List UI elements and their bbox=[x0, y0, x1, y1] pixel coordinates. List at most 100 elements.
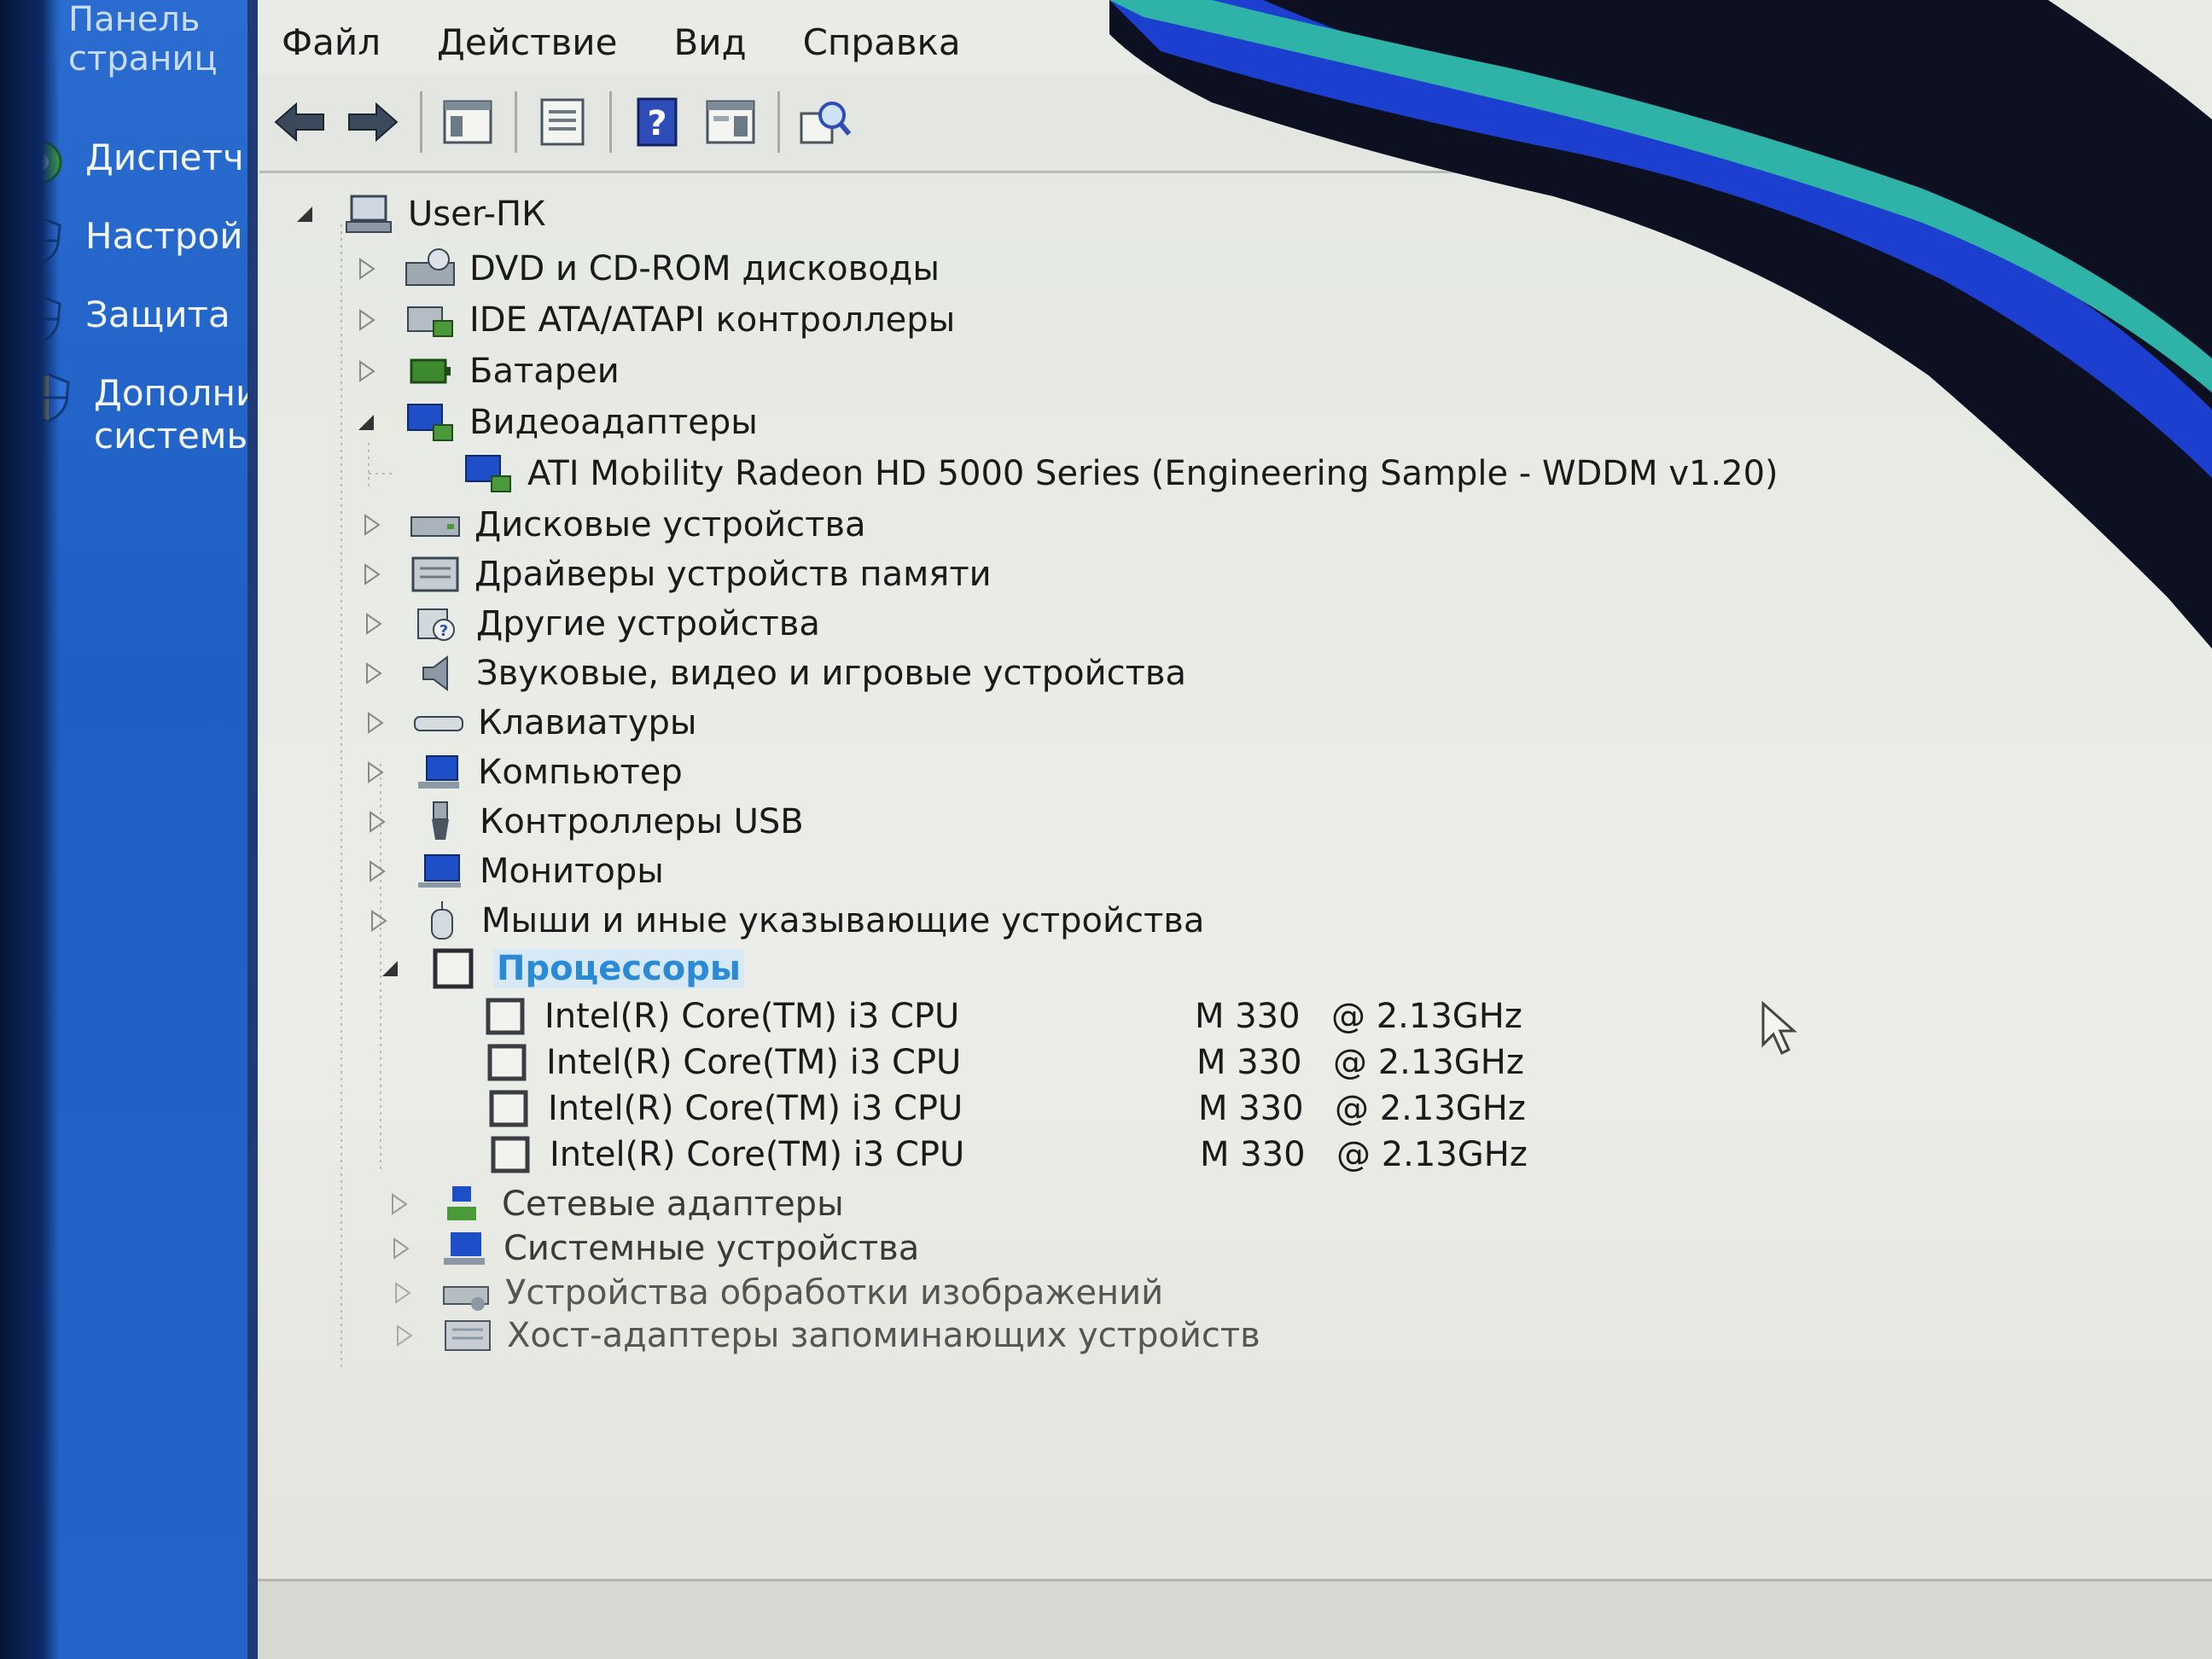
svg-text:?: ? bbox=[439, 622, 448, 640]
tree-device-gpu[interactable]: ATI Mobility Radeon HD 5000 Series (Engi… bbox=[461, 450, 1778, 498]
expand-arrow-icon[interactable] bbox=[355, 256, 377, 282]
toolbar-separator bbox=[777, 91, 780, 153]
menu-help[interactable]: Справка bbox=[803, 13, 961, 63]
tree-category-mice[interactable]: Мыши и иные указывающие устройства bbox=[367, 897, 1204, 945]
toolbar-separator bbox=[515, 91, 517, 153]
task-pane-breadcrumb[interactable]: Панель страниц bbox=[68, 0, 218, 79]
help-icon: ? bbox=[637, 97, 678, 147]
tree-category-keyboards[interactable]: Клавиатуры bbox=[364, 699, 697, 747]
tree-category-monitors[interactable]: Мониторы bbox=[365, 847, 664, 895]
category-label: Хост-адаптеры запоминающих устройств bbox=[507, 1316, 1260, 1355]
disk-drive-icon bbox=[410, 516, 460, 537]
category-label: Клавиатуры bbox=[478, 703, 697, 742]
cpu-frequency: @ 2.13GHz bbox=[1335, 1089, 1526, 1128]
toolbar-separator bbox=[609, 91, 612, 153]
expand-arrow-icon[interactable] bbox=[360, 562, 382, 587]
ide-controller-icon bbox=[407, 306, 453, 337]
computer-icon bbox=[346, 195, 392, 233]
tree-category-computer[interactable]: Компьютер bbox=[364, 748, 683, 796]
show-hide-tree-button[interactable] bbox=[438, 91, 498, 153]
tree-root[interactable]: User-ПК bbox=[294, 190, 546, 238]
task-label: Защита bbox=[85, 294, 230, 335]
expand-arrow-icon[interactable] bbox=[365, 859, 387, 884]
keyboard-icon bbox=[414, 716, 463, 731]
tree-category-display-adapters[interactable]: Видеоадаптеры bbox=[355, 399, 758, 446]
menu-action[interactable]: Действие bbox=[437, 13, 617, 63]
tree-category-ide[interactable]: IDE ATA/ATAPI контроллеры bbox=[355, 296, 955, 344]
tree-category-disk-drives[interactable]: Дисковые устройства bbox=[360, 501, 866, 549]
screen-bezel bbox=[0, 0, 60, 1659]
tree-device-cpu[interactable]: Intel(R) Core(TM) i3 CPU M 330 @ 2.13GHz bbox=[481, 1085, 1526, 1132]
cpu-model: M 330 bbox=[1198, 1089, 1304, 1128]
expand-arrow-icon[interactable] bbox=[364, 760, 386, 785]
storage-controller-icon bbox=[445, 1320, 491, 1351]
pane-divider[interactable] bbox=[247, 0, 258, 1659]
category-label: Другие устройства bbox=[476, 604, 820, 643]
display-adapter-icon bbox=[465, 455, 511, 492]
tree-category-system-devices[interactable]: Системные устройства bbox=[389, 1225, 919, 1272]
show-hide-tree-icon bbox=[443, 100, 492, 144]
tree-category-dvd[interactable]: DVD и CD-ROM дисководы bbox=[355, 245, 940, 293]
collapse-arrow-icon[interactable] bbox=[294, 201, 316, 227]
forward-button[interactable] bbox=[343, 91, 403, 153]
display-adapter-icon bbox=[407, 404, 453, 441]
processor-icon bbox=[489, 1090, 528, 1127]
tree-category-storage-controllers[interactable]: Хост-адаптеры запоминающих устройств bbox=[393, 1312, 1260, 1359]
expand-arrow-icon[interactable] bbox=[355, 307, 377, 333]
task-label: Настрой bbox=[85, 215, 243, 257]
category-label: Контроллеры USB bbox=[480, 802, 804, 841]
tree-category-network-adapters[interactable]: Сетевые адаптеры bbox=[387, 1180, 844, 1228]
tree-category-usb[interactable]: Контроллеры USB bbox=[365, 798, 804, 846]
category-label: Мониторы bbox=[480, 852, 664, 891]
toolbar: ? bbox=[258, 75, 2212, 169]
expand-arrow-icon[interactable] bbox=[387, 1191, 410, 1217]
properties-icon bbox=[540, 98, 585, 146]
task-label: Диспетч bbox=[85, 137, 244, 178]
expand-arrow-icon[interactable] bbox=[362, 661, 384, 686]
expand-arrow-icon[interactable] bbox=[367, 908, 389, 934]
speaker-icon bbox=[422, 655, 448, 691]
tree-category-processors[interactable]: Процессоры bbox=[379, 945, 745, 992]
mouse-icon bbox=[431, 901, 453, 940]
tree-category-batteries[interactable]: Батареи bbox=[355, 347, 620, 395]
console-tree-icon bbox=[706, 100, 755, 144]
menu-view[interactable]: Вид bbox=[673, 13, 746, 63]
forward-arrow-icon bbox=[348, 102, 399, 143]
help-button[interactable]: ? bbox=[627, 91, 687, 153]
expand-arrow-icon[interactable] bbox=[364, 710, 386, 736]
dvd-drive-icon bbox=[405, 248, 455, 286]
tree-device-cpu[interactable]: Intel(R) Core(TM) i3 CPU M 330 @ 2.13GHz bbox=[483, 1131, 1528, 1179]
collapse-arrow-icon[interactable] bbox=[379, 956, 401, 981]
expand-arrow-icon[interactable] bbox=[362, 611, 384, 637]
task-advanced-settings[interactable]: Дополни системы bbox=[26, 372, 259, 457]
expand-arrow-icon[interactable] bbox=[365, 809, 387, 835]
tree-category-other-devices[interactable]: ? Другие устройства bbox=[362, 600, 820, 648]
tree-device-cpu[interactable]: Intel(R) Core(TM) i3 CPU M 330 @ 2.13GHz bbox=[478, 992, 1522, 1040]
breadcrumb-line-1: Панель bbox=[68, 0, 201, 39]
back-button[interactable] bbox=[270, 91, 329, 153]
tree-category-sound-video[interactable]: Звуковые, видео и игровые устройства bbox=[362, 649, 1186, 697]
category-label: Батареи bbox=[469, 352, 620, 391]
cpu-name: Intel(R) Core(TM) i3 CPU bbox=[544, 997, 960, 1036]
scan-hardware-button[interactable] bbox=[795, 91, 855, 153]
processor-icon bbox=[433, 948, 474, 989]
category-label: IDE ATA/ATAPI контроллеры bbox=[469, 300, 956, 340]
menu-bar: Файл Действие Вид Справка bbox=[258, 0, 2212, 75]
battery-icon bbox=[410, 358, 451, 384]
tree-device-cpu[interactable]: Intel(R) Core(TM) i3 CPU M 330 @ 2.13GHz bbox=[480, 1039, 1524, 1086]
tree-category-imaging-devices[interactable]: Устройства обработки изображений bbox=[391, 1269, 1163, 1317]
cpu-name: Intel(R) Core(TM) i3 CPU bbox=[546, 1043, 962, 1082]
collapse-arrow-icon[interactable] bbox=[355, 410, 377, 435]
expand-arrow-icon[interactable] bbox=[355, 358, 377, 384]
menu-file[interactable]: Файл bbox=[282, 13, 381, 63]
cpu-name: Intel(R) Core(TM) i3 CPU bbox=[548, 1089, 963, 1128]
properties-button[interactable] bbox=[533, 91, 592, 153]
category-label: Сетевые адаптеры bbox=[502, 1185, 844, 1224]
expand-arrow-icon[interactable] bbox=[360, 512, 382, 538]
cpu-model: M 330 bbox=[1195, 997, 1301, 1036]
expand-arrow-icon[interactable] bbox=[389, 1236, 411, 1261]
tree-category-memory-drivers[interactable]: Драйверы устройств памяти bbox=[360, 550, 992, 598]
console-tree-button[interactable] bbox=[701, 91, 760, 153]
expand-arrow-icon[interactable] bbox=[393, 1323, 415, 1348]
expand-arrow-icon[interactable] bbox=[391, 1280, 413, 1306]
